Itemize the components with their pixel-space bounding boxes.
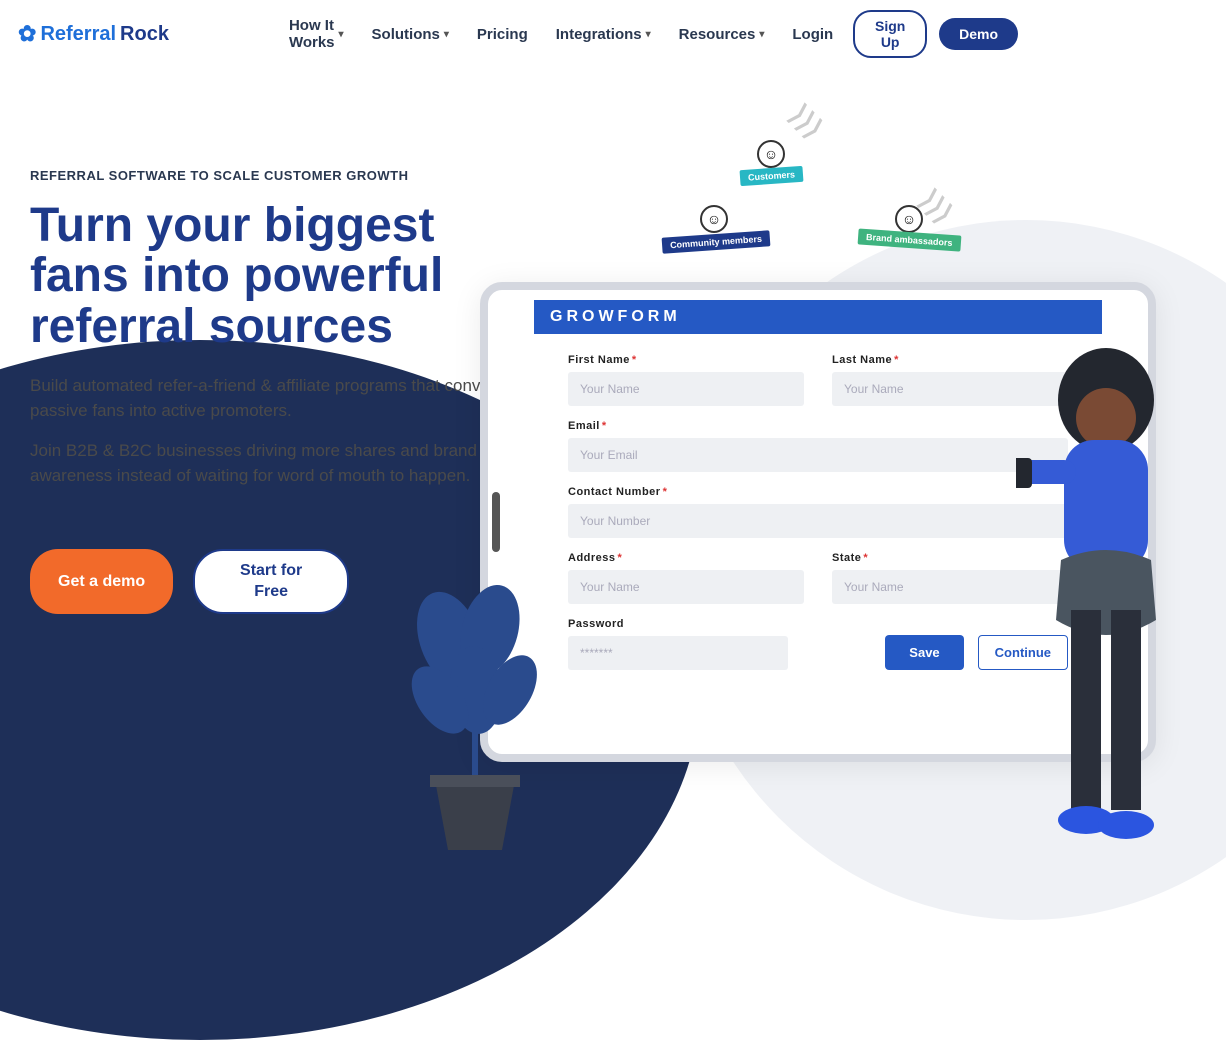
hero-paragraph-2: Join B2B & B2C businesses driving more s…	[30, 439, 510, 488]
avatar-icon: ☺	[757, 140, 785, 168]
nav-item-label: Integrations	[556, 26, 642, 43]
brand-word-1: Referral	[40, 23, 116, 46]
avatar-icon: ☺	[895, 205, 923, 233]
chevron-down-icon: ▾	[339, 29, 344, 40]
tag-customers: Customers	[740, 166, 804, 186]
hero-section: REFERRAL SOFTWARE TO SCALE CUSTOMER GROW…	[0, 68, 560, 614]
plant-illustration	[380, 570, 560, 870]
first-name-label: First Name*	[568, 354, 804, 366]
email-label: Email*	[568, 420, 1068, 432]
password-input[interactable]	[568, 636, 788, 670]
device-camera-icon	[492, 492, 500, 552]
top-nav: ✿ ReferralRock How It Works ▾ Solutions …	[0, 0, 1226, 68]
contact-label: Contact Number*	[568, 486, 1068, 498]
chevron-down-icon: ▾	[646, 29, 651, 40]
email-input[interactable]	[568, 438, 1068, 472]
nav-solutions[interactable]: Solutions ▾	[372, 26, 449, 43]
nav-item-label: Login	[792, 26, 833, 43]
nav-resources[interactable]: Resources ▾	[679, 26, 765, 43]
get-demo-button[interactable]: Get a demo	[30, 549, 173, 615]
first-name-input[interactable]	[568, 372, 804, 406]
nav-right: Sign Up Demo	[853, 10, 1208, 58]
avatar-icon: ☺	[700, 205, 728, 233]
nav-item-label: Pricing	[477, 26, 528, 43]
nav-item-label: Solutions	[372, 26, 440, 43]
person-illustration	[1016, 340, 1216, 860]
tag-community: Community members	[662, 230, 771, 253]
nav-item-label: How It Works	[289, 17, 335, 51]
brand-logo[interactable]: ✿ ReferralRock	[18, 21, 169, 47]
signal-icon: ⟩⟩⟩	[783, 98, 830, 145]
brand-word-2: Rock	[120, 23, 169, 46]
demo-button[interactable]: Demo	[939, 18, 1018, 50]
address-input[interactable]	[568, 570, 804, 604]
signup-button[interactable]: Sign Up	[853, 10, 927, 58]
nav-item-label: Resources	[679, 26, 756, 43]
hero-paragraph-1: Build automated refer-a-friend & affilia…	[30, 374, 510, 423]
hero-headline: Turn your biggest fans into powerful ref…	[30, 201, 530, 352]
form-header: GROWFORM	[534, 300, 1102, 334]
address-label: Address*	[568, 552, 804, 564]
nav-how-it-works[interactable]: How It Works ▾	[289, 17, 344, 51]
nav-integrations[interactable]: Integrations ▾	[556, 26, 651, 43]
hero-eyebrow: REFERRAL SOFTWARE TO SCALE CUSTOMER GROW…	[30, 168, 530, 183]
gear-icon: ✿	[18, 21, 36, 47]
start-free-button[interactable]: Start for Free	[193, 549, 349, 615]
password-label: Password	[568, 618, 788, 630]
nav-links: How It Works ▾ Solutions ▾ Pricing Integ…	[289, 17, 833, 51]
save-button[interactable]: Save	[885, 635, 963, 670]
chevron-down-icon: ▾	[444, 29, 449, 40]
chevron-down-icon: ▾	[759, 29, 764, 40]
contact-input[interactable]	[568, 504, 1068, 538]
nav-pricing[interactable]: Pricing	[477, 26, 528, 43]
nav-login[interactable]: Login	[792, 26, 833, 43]
